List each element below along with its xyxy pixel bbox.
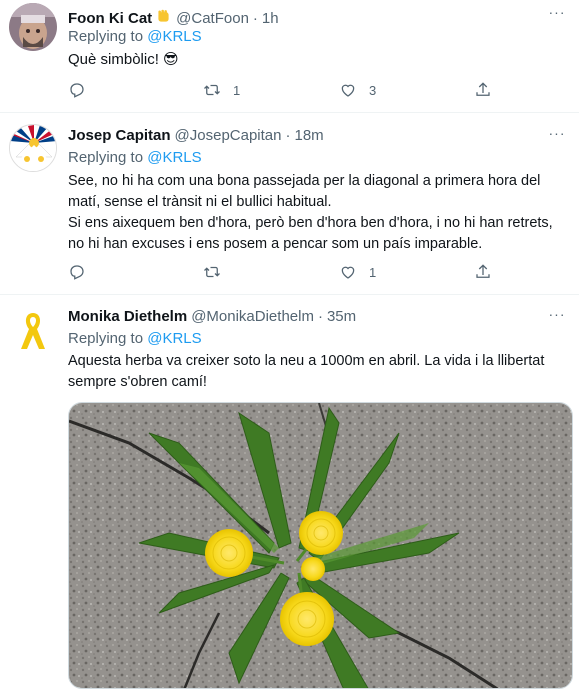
separator-dot: ·: [252, 10, 258, 27]
like-count: 3: [369, 82, 377, 98]
more-icon[interactable]: ···: [547, 307, 567, 328]
replying-to: Replying to @KRLS: [68, 330, 202, 347]
reply-button[interactable]: [68, 80, 86, 100]
replying-to-label: Replying to: [68, 28, 144, 45]
retweet-count: 1: [233, 82, 241, 98]
replying-to-link[interactable]: @KRLS: [147, 149, 201, 166]
user-handle[interactable]: @CatFoon: [176, 10, 249, 27]
like-button[interactable]: 1: [339, 262, 376, 282]
avatar[interactable]: [9, 305, 57, 353]
replying-to-label: Replying to: [68, 149, 144, 166]
tweet-text-line: sempre s'obren camí!: [68, 374, 207, 390]
more-icon[interactable]: ···: [547, 126, 567, 147]
share-button[interactable]: [474, 262, 492, 282]
tweet-text: Què simbòlic! 😎: [68, 51, 179, 68]
replying-to-label: Replying to: [68, 330, 144, 347]
replying-to-link[interactable]: @KRLS: [147, 330, 201, 347]
tweet-1[interactable]: Foon Ki Cat @CatFoon · 1h ··· Replying t…: [0, 0, 579, 113]
avatar[interactable]: [9, 124, 57, 172]
share-icon: [476, 82, 490, 96]
like-button[interactable]: 3: [339, 80, 376, 100]
retweet-button[interactable]: [203, 262, 221, 282]
user-handle[interactable]: @MonikaDiethelm: [191, 308, 314, 325]
reply-button[interactable]: [68, 262, 86, 282]
timestamp[interactable]: 1h: [262, 10, 279, 27]
share-button[interactable]: [474, 80, 492, 100]
like-icon: [341, 84, 355, 97]
retweet-icon: [204, 266, 220, 278]
tweet-text-line: matí, sense el trànsit ni el bullici hab…: [68, 194, 332, 210]
display-name[interactable]: Josep Capitan: [68, 127, 171, 144]
reply-icon: [70, 83, 84, 98]
display-name[interactable]: Monika Diethelm: [68, 308, 187, 325]
timestamp[interactable]: 35m: [327, 308, 356, 325]
action-bar: 1 3: [68, 80, 498, 100]
tweet-text: See, no hi ha com una bona passejada per…: [68, 171, 567, 255]
tweet-text-line: no hi han excuses i ens posem a pencar s…: [68, 236, 483, 252]
tweet-2[interactable]: Josep Capitan @JosepCapitan · 18m ··· Re…: [0, 114, 579, 295]
share-icon: [476, 264, 490, 278]
tweet-text: Aquesta herba va creixer soto la neu a 1…: [68, 351, 567, 393]
like-count: 1: [369, 264, 377, 280]
replying-to: Replying to @KRLS: [68, 149, 202, 166]
raised-fist-emoji: [155, 8, 172, 25]
more-icon[interactable]: ···: [547, 5, 567, 26]
timestamp[interactable]: 18m: [295, 127, 324, 144]
display-name[interactable]: Foon Ki Cat: [68, 10, 152, 27]
tweet-text-line: See, no hi ha com una bona passejada per…: [68, 173, 541, 189]
tweet-text-line: Aquesta herba va creixer soto la neu a 1…: [68, 353, 545, 369]
like-icon: [341, 266, 355, 279]
replying-to: Replying to @KRLS: [68, 28, 202, 45]
replying-to-link[interactable]: @KRLS: [147, 28, 201, 45]
action-bar: 1: [68, 262, 498, 282]
separator-dot: ·: [317, 308, 323, 325]
user-handle[interactable]: @JosepCapitan: [175, 127, 282, 144]
reply-icon: [70, 265, 84, 280]
retweet-button[interactable]: 1: [203, 80, 240, 100]
avatar[interactable]: [9, 3, 57, 51]
tweet-text-line: Si ens aixequem ben d'hora, però ben d'h…: [68, 215, 553, 231]
separator-dot: ·: [285, 127, 291, 144]
tweet-photo[interactable]: [68, 402, 573, 689]
retweet-icon: [204, 84, 220, 96]
